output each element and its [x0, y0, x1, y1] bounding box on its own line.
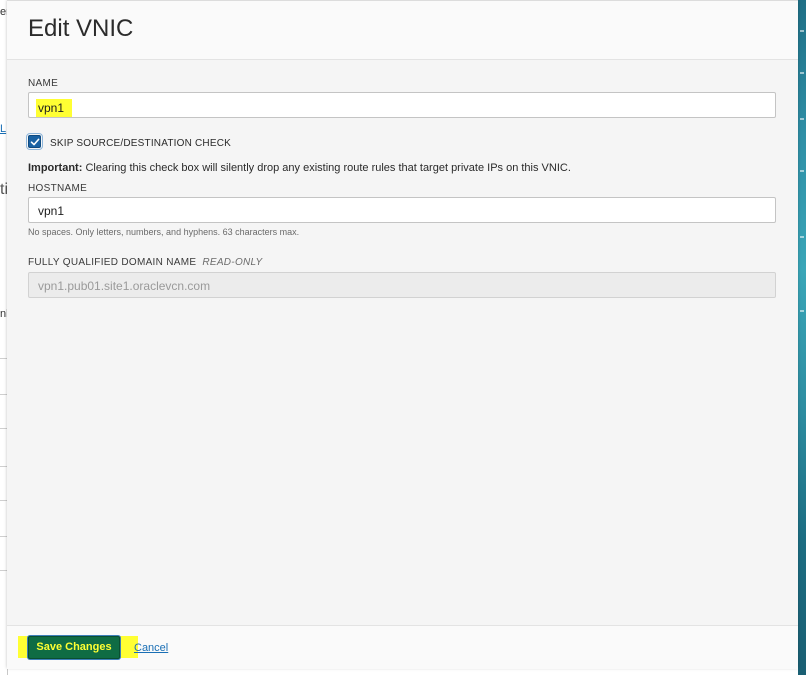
fqdn-label-text: FULLY QUALIFIED DOMAIN NAME	[28, 257, 197, 268]
background-divider	[0, 570, 7, 571]
edit-vnic-panel: Edit VNIC NAME vpn1 SKIP SOURCE/DESTINAT…	[7, 0, 798, 669]
important-note: Important: Clearing this check box will …	[28, 162, 571, 174]
important-text: Clearing this check box will silently dr…	[82, 162, 571, 174]
hostname-label: HOSTNAME	[28, 183, 88, 194]
name-input-value: vpn1	[36, 99, 73, 117]
screen: er L ti nl Edit VNIC NAME vpn1	[0, 0, 806, 675]
hostname-helper-text: No spaces. Only letters, numbers, and hy…	[28, 227, 300, 237]
panel-header: Edit VNIC	[7, 1, 798, 60]
background-ocean-image	[798, 0, 806, 675]
wave-highlight	[800, 170, 804, 172]
fqdn-input: vpn1.pub01.site1.oraclevcn.com	[28, 272, 776, 298]
background-link-fragment[interactable]: L	[0, 123, 6, 135]
hostname-input-value: vpn1	[38, 204, 65, 218]
wave-highlight	[800, 310, 804, 312]
wave-highlight	[800, 236, 804, 238]
background-divider	[0, 466, 7, 467]
background-divider	[0, 394, 7, 395]
panel-footer: Save Changes Cancel	[7, 625, 798, 669]
important-prefix: Important:	[28, 162, 83, 174]
background-divider	[0, 500, 7, 501]
background-divider	[0, 428, 7, 429]
hostname-input[interactable]: vpn1	[28, 197, 776, 223]
panel-title: Edit VNIC	[28, 15, 134, 42]
checkmark-icon	[30, 138, 40, 146]
read-only-tag: READ-ONLY	[202, 257, 263, 268]
skip-source-destination-checkbox[interactable]	[26, 133, 43, 150]
wave-highlight	[800, 72, 804, 74]
fqdn-input-value: vpn1.pub01.site1.oraclevcn.com	[38, 279, 211, 293]
background-divider	[0, 536, 7, 537]
cancel-link[interactable]: Cancel	[134, 642, 168, 654]
name-label: NAME	[28, 78, 59, 89]
wave-highlight	[800, 118, 804, 120]
name-input[interactable]: vpn1	[28, 92, 776, 118]
fqdn-label: FULLY QUALIFIED DOMAIN NAME READ-ONLY	[28, 257, 262, 268]
background-divider	[0, 358, 7, 359]
save-changes-button[interactable]: Save Changes	[28, 636, 120, 659]
skip-source-destination-label[interactable]: SKIP SOURCE/DESTINATION CHECK	[50, 138, 231, 149]
wave-highlight	[800, 30, 804, 32]
